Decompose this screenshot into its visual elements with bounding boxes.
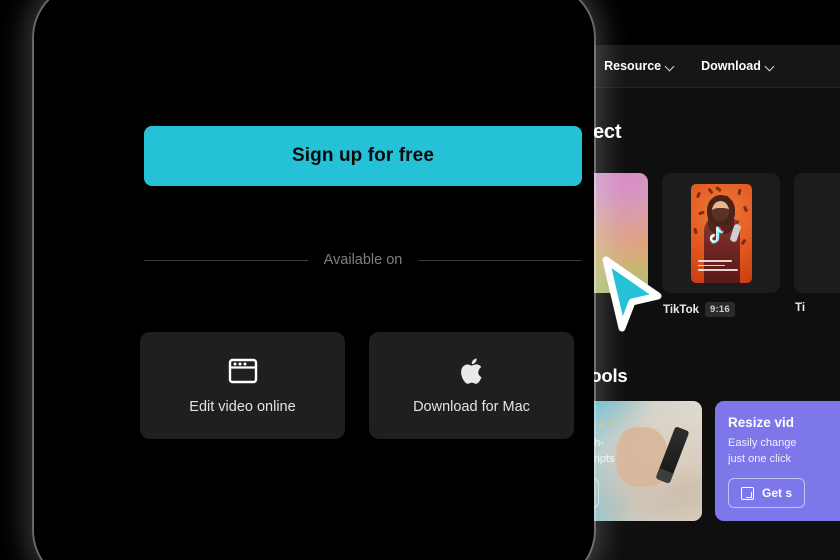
chevron-down-icon bbox=[666, 62, 675, 71]
project-card-tiktok[interactable]: TikTok 9:16 bbox=[662, 173, 780, 317]
web-app-panel: te Resource Download project bbox=[570, 45, 840, 560]
divider-line-right bbox=[418, 259, 582, 261]
get-started-button-label: Get s bbox=[762, 486, 793, 500]
available-on-divider: Available on bbox=[144, 252, 582, 268]
nav-item-resource-label: Resource bbox=[604, 59, 662, 73]
divider-label: Available on bbox=[323, 252, 403, 268]
phone-frame: Sign up for free Available on Edit video… bbox=[34, 0, 594, 560]
phone-screen: Sign up for free Available on Edit video… bbox=[34, 0, 594, 560]
screenshot-root: te Resource Download project bbox=[0, 0, 840, 560]
nav-item-resource[interactable]: Resource bbox=[604, 59, 675, 73]
tiktok-poster-image bbox=[690, 183, 752, 283]
sign-up-button-label: Sign up for free bbox=[292, 145, 434, 166]
tiktok-thumbnail[interactable] bbox=[662, 173, 780, 293]
browser-window-icon bbox=[228, 356, 258, 386]
download-for-mac-button[interactable]: Download for Mac bbox=[369, 332, 574, 439]
web-app-content: project s bbox=[570, 88, 840, 560]
tools-card-row: t generate high- TikTok ad scripts start… bbox=[570, 401, 840, 521]
project-name: Ti bbox=[795, 302, 806, 314]
nav-item-download[interactable]: Download bbox=[701, 59, 775, 73]
project-card-tiktok-2[interactable]: Ti bbox=[794, 173, 840, 317]
tiktok-logo-icon bbox=[707, 226, 724, 246]
get-started-button[interactable]: Get s bbox=[728, 478, 806, 508]
tool-title: Resize vid bbox=[728, 415, 795, 430]
nav-item-download-label: Download bbox=[701, 59, 761, 73]
aspect-ratio-badge: 9:16 bbox=[705, 302, 735, 317]
download-for-mac-label: Download for Mac bbox=[413, 399, 530, 415]
project-name: TikTok bbox=[663, 303, 699, 316]
apple-logo-icon bbox=[457, 356, 487, 386]
chevron-down-icon bbox=[766, 62, 775, 71]
top-navigation-bar: te Resource Download bbox=[570, 45, 840, 88]
edit-video-online-label: Edit video online bbox=[189, 399, 296, 415]
project-card-row: s bbox=[570, 173, 840, 317]
tool-card-resize-video[interactable]: Resize vid Easily change just one click … bbox=[715, 401, 840, 521]
resize-icon bbox=[741, 486, 754, 500]
project-meta: TikTok 9:16 bbox=[662, 302, 780, 317]
platform-button-row: Edit video online Download for Mac bbox=[140, 332, 574, 439]
project-meta: Ti bbox=[794, 302, 840, 314]
caption-lines bbox=[697, 260, 738, 274]
divider-line-left bbox=[144, 259, 308, 261]
tiktok-thumbnail-2[interactable] bbox=[794, 173, 840, 293]
sign-up-for-free-button[interactable]: Sign up for free bbox=[144, 126, 582, 186]
tool-description-line1: Easily change bbox=[728, 437, 797, 449]
tool-description-line2: just one click bbox=[728, 453, 791, 465]
edit-video-online-button[interactable]: Edit video online bbox=[140, 332, 345, 439]
